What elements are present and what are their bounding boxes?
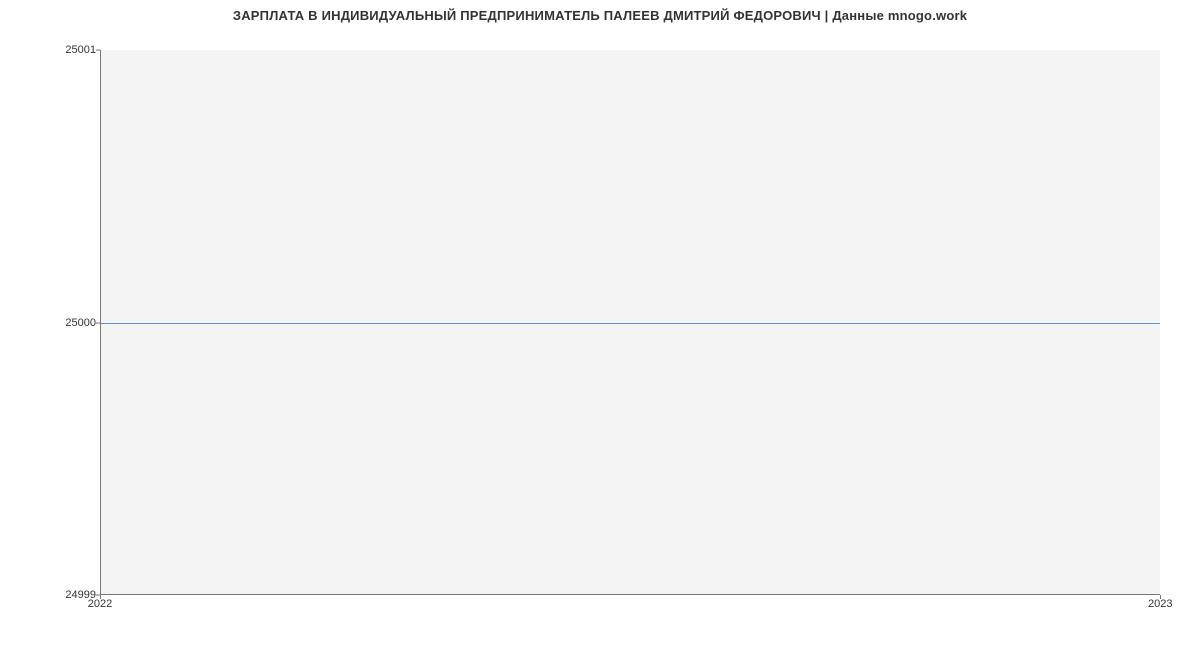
- chart-container: ЗАРПЛАТА В ИНДИВИДУАЛЬНЫЙ ПРЕДПРИНИМАТЕЛ…: [0, 0, 1200, 650]
- x-tick-label: 2023: [1148, 598, 1172, 610]
- y-tick-label: 25000: [6, 317, 96, 329]
- plot-area: [100, 50, 1160, 595]
- x-tick-label: 2022: [88, 598, 112, 610]
- y-tick-label: 25001: [6, 44, 96, 56]
- y-tick-label: 24999: [6, 589, 96, 601]
- chart-title: ЗАРПЛАТА В ИНДИВИДУАЛЬНЫЙ ПРЕДПРИНИМАТЕЛ…: [0, 8, 1200, 23]
- series-line: [101, 323, 1160, 324]
